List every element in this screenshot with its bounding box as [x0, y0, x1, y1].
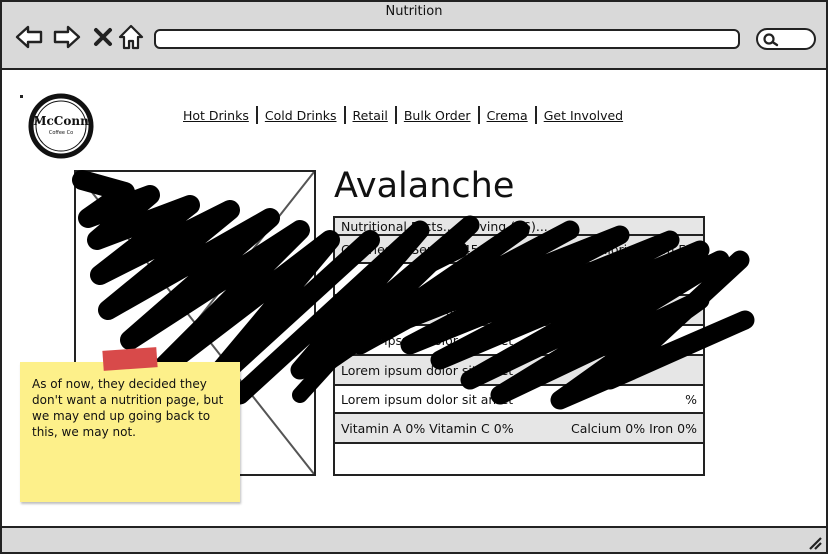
nutrition-row-7: Lorem ipsum dolor sit amet %	[335, 386, 703, 414]
vitamins-row: Vitamin A 0% Vitamin C 0% Calcium 0% Iro…	[335, 414, 703, 444]
logo-wordmark: McConn	[33, 114, 89, 128]
nutrition-row-3: Cal	[335, 264, 703, 296]
lorem-line-1: Lorem ipsum dolor sit amet	[341, 302, 514, 318]
close-icon[interactable]	[88, 22, 118, 52]
lorem-line-4: Lorem ipsum dolor sit amet	[341, 391, 514, 407]
product-title: Avalanche	[334, 166, 515, 206]
status-bar	[2, 526, 826, 552]
calories-left: Calories ... Serving 450	[341, 241, 487, 257]
window-title: Nutrition	[385, 4, 443, 19]
search-box[interactable]	[756, 28, 816, 50]
address-bar[interactable]	[154, 29, 740, 49]
calories-right: Calories from Fat	[591, 241, 697, 257]
stray-mark	[20, 95, 23, 98]
nutrition-row-6: Lorem ipsum dolor sit amet	[335, 356, 703, 386]
calories-row: Calories ... Serving 450 Calories from F…	[335, 236, 703, 264]
logo-tagline: Coffee Co	[48, 130, 74, 136]
nav-cold-drinks[interactable]: Cold Drinks	[260, 108, 342, 123]
vitamins-right: Calcium 0% Iron 0%	[570, 420, 697, 436]
title-bar: Nutrition	[2, 2, 826, 70]
back-arrow-icon[interactable]	[14, 22, 44, 52]
sticky-note: As of now, they decided they don't want …	[20, 362, 240, 502]
nav-retail[interactable]: Retail	[348, 108, 393, 123]
vitamins-left: Vitamin A 0% Vitamin C 0%	[341, 420, 514, 436]
nav-crema[interactable]: Crema	[482, 108, 533, 123]
nutrition-row-5: Lorem ipsum dolor sit amet	[335, 326, 703, 356]
resize-grip-icon[interactable]	[806, 534, 822, 550]
nav-get-involved[interactable]: Get Involved	[539, 108, 628, 123]
nav-hot-drinks[interactable]: Hot Drinks	[178, 108, 254, 123]
sticky-note-tape	[102, 347, 158, 371]
row3-right: Cal	[677, 271, 697, 287]
nutrition-table: Nutritional Facts... Serving (16)... Cal…	[333, 216, 705, 476]
nutrition-header-row: Nutritional Facts... Serving (16)...	[335, 218, 703, 236]
nav-separator	[477, 106, 480, 124]
nutrition-row-4: Lorem ipsum dolor sit amet	[335, 296, 703, 326]
nav-separator	[255, 106, 258, 124]
nav-separator	[394, 106, 397, 124]
nav-separator	[534, 106, 537, 124]
lorem-line-3: Lorem ipsum dolor sit amet	[341, 362, 514, 378]
nutrition-header: Nutritional Facts... Serving (16)...	[341, 218, 548, 234]
lorem-line-2: Lorem ipsum dolor sit amet	[341, 332, 514, 348]
home-icon[interactable]	[116, 22, 146, 52]
nav-bulk-order[interactable]: Bulk Order	[399, 108, 476, 123]
lorem-line-4-right: %	[685, 391, 697, 407]
company-logo[interactable]: McConn Coffee Co	[27, 92, 95, 160]
search-icon	[763, 33, 779, 47]
forward-arrow-icon[interactable]	[52, 22, 82, 52]
sticky-note-text: As of now, they decided they don't want …	[32, 377, 224, 439]
main-nav: Hot Drinks Cold Drinks Retail Bulk Order…	[178, 106, 628, 124]
nav-separator	[343, 106, 346, 124]
